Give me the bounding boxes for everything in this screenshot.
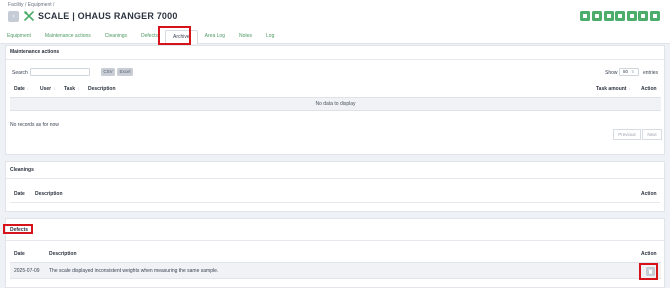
defect-description: The scale displayed inconsistent weights…	[49, 268, 219, 274]
maintenance-card: Maintenance actions Search CSV Excel Sho…	[5, 45, 665, 155]
col-date: Date	[14, 251, 25, 257]
defects-title: Defects	[10, 227, 29, 233]
sort-icon: ↕	[53, 86, 56, 91]
col-description: Description	[35, 191, 63, 197]
print-icon	[629, 14, 634, 18]
defects-card: Defects Date Description Action 2025-07-…	[5, 218, 665, 288]
col-date-label: Date	[14, 86, 25, 92]
maintenance-title: Maintenance actions	[10, 49, 60, 55]
col-description: Description	[49, 251, 77, 257]
edit-icon	[595, 14, 600, 18]
col-task-amount-label: Task amount	[596, 86, 627, 92]
tab-defects[interactable]: Defects	[134, 30, 165, 44]
breadcrumb[interactable]: Facility / Equipment /	[8, 2, 54, 8]
col-task-label: Task	[64, 86, 76, 92]
csv-button[interactable]: CSV	[101, 68, 115, 76]
qr-button[interactable]	[615, 11, 626, 21]
print-button[interactable]	[626, 11, 637, 21]
divider	[6, 59, 664, 60]
copy-icon	[583, 14, 588, 18]
trash-icon	[648, 269, 653, 274]
download-button[interactable]	[603, 11, 614, 21]
chevron-down-icon: ⬍	[631, 69, 635, 74]
col-user-label: User	[40, 86, 52, 92]
sort-icon: ↓	[26, 86, 29, 91]
page-header: Facility / Equipment / ‹ SCALE | OHAUS R…	[0, 0, 670, 44]
tab-equipment[interactable]: Equipment	[0, 30, 38, 44]
tab-log[interactable]: Log	[259, 30, 281, 44]
pencil-icon	[653, 14, 657, 18]
page-size-value: 50	[623, 69, 629, 74]
next-button[interactable]: Next	[642, 129, 662, 140]
divider	[6, 178, 664, 179]
search-label: Search	[12, 70, 28, 76]
arrow-left-icon: ‹	[12, 13, 15, 20]
download-icon	[606, 14, 611, 18]
col-date: Date	[14, 191, 25, 197]
col-task-amount[interactable]: Task amount ↕	[596, 86, 630, 92]
export-icon	[641, 14, 646, 18]
entries-label: entries	[643, 70, 659, 76]
cleanings-card: Cleanings Date Description Action	[5, 161, 665, 212]
col-action: Action	[641, 191, 657, 197]
excel-button[interactable]: Excel	[117, 68, 133, 76]
divider	[10, 202, 660, 203]
tab-archive[interactable]: Archive	[164, 30, 198, 44]
export-button[interactable]	[638, 11, 649, 21]
tab-maintenance-actions[interactable]: Maintenance actions	[38, 30, 98, 44]
tab-area-log[interactable]: Area Log	[198, 30, 232, 44]
divider	[6, 240, 664, 241]
page-title: SCALE | OHAUS RANGER 7000	[38, 11, 178, 21]
search-input[interactable]	[30, 68, 90, 76]
page-size-select[interactable]: 50 ⬍	[619, 68, 639, 76]
cleanings-title: Cleanings	[10, 167, 34, 173]
defect-date: 2025-07-09	[14, 268, 40, 274]
previous-button[interactable]: Previous	[613, 129, 641, 140]
table-row: 2025-07-09 The scale displayed inconsist…	[10, 262, 661, 279]
col-task[interactable]: Task ↕	[64, 86, 79, 92]
col-description: Description	[88, 86, 116, 92]
copy-button[interactable]	[580, 11, 591, 21]
tab-bar: Equipment Maintenance actions Cleanings …	[0, 30, 281, 44]
edit-button[interactable]	[592, 11, 603, 21]
sort-icon: ↕	[77, 86, 80, 91]
sort-icon: ↕	[628, 86, 631, 91]
delete-button[interactable]	[646, 267, 655, 276]
qr-icon	[618, 14, 623, 18]
no-records-text: No records as for now	[10, 122, 59, 128]
col-user[interactable]: User ↕	[40, 86, 55, 92]
back-button[interactable]: ‹	[8, 11, 19, 22]
header-actions	[580, 11, 660, 21]
col-action: Action	[641, 251, 657, 257]
col-date[interactable]: Date ↓	[14, 86, 29, 92]
tools-icon	[24, 11, 34, 21]
show-label: Show	[605, 70, 618, 76]
tab-notes[interactable]: Notes	[232, 30, 259, 44]
tab-cleanings[interactable]: Cleanings	[98, 30, 134, 44]
empty-row: No data to display	[10, 97, 661, 111]
col-action: Action	[641, 86, 657, 92]
pencil-button[interactable]	[650, 11, 660, 21]
